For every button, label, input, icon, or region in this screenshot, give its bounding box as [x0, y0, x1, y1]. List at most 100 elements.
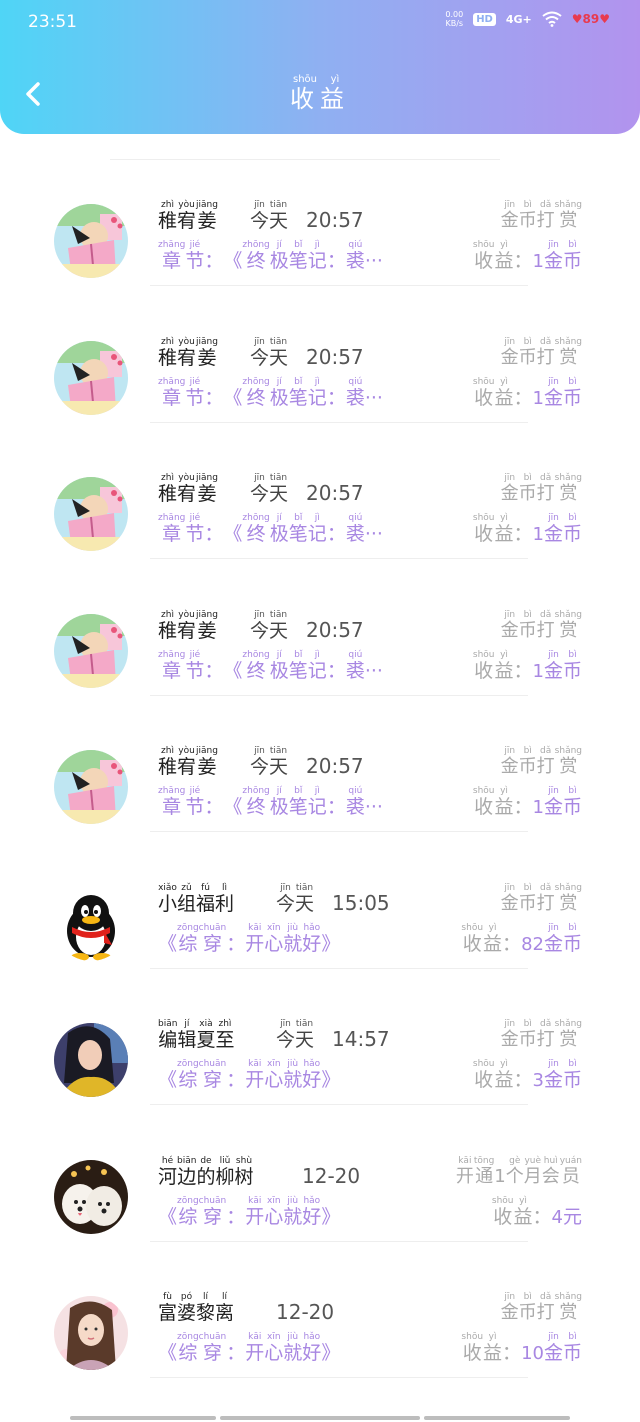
- date-label: 今jīn天tiān: [276, 883, 314, 916]
- char: 币: [562, 386, 582, 409]
- title-text-char: 益yì: [320, 74, 350, 113]
- source-title-text-char: ：: [226, 933, 245, 955]
- char: 穿: [198, 1069, 227, 1091]
- tip-type: 金jīn币bì打dǎ赏shǎng: [501, 883, 582, 915]
- char: 元: [562, 1205, 582, 1228]
- user-name-text: 富fù婆pó黎lí离lí: [158, 1292, 234, 1324]
- char: 至: [215, 1029, 235, 1051]
- signal-icon: 4G+: [505, 12, 532, 26]
- char: 收: [461, 932, 484, 955]
- user-name: 稚zhì宥yòu姜jiāng: [158, 200, 218, 233]
- source-title-text-char: ：: [204, 523, 223, 545]
- source-title-text: 《综zōng穿chuān：开kāi心xīn就jiù好hǎo》: [158, 1332, 340, 1364]
- char: 姜: [196, 756, 218, 778]
- char: ：: [204, 523, 224, 545]
- source-title-text-char: 《: [223, 250, 242, 272]
- date-label-text-char: 天tiān: [269, 746, 288, 778]
- earning-row[interactable]: 稚zhì宥yòu姜jiāng 今jīn天tiān 20:57 金jīn币bì打dǎ赏s…: [0, 423, 640, 559]
- amount-unit-text-char: 金jīn: [544, 1059, 563, 1091]
- source-title-text-char: 综zōng: [177, 1059, 199, 1091]
- char: 就: [283, 932, 303, 955]
- char: 通: [473, 1165, 495, 1187]
- earning-label-char: ：: [533, 1206, 552, 1228]
- user-name-text: 稚zhì宥yòu姜jiāng: [158, 473, 218, 505]
- char: 币: [518, 892, 537, 914]
- tip-type-text-char: 币bì: [518, 883, 537, 914]
- char: 币: [518, 619, 537, 641]
- pinyin: zǔ: [177, 882, 197, 893]
- pinyin: shōu: [472, 513, 495, 523]
- char: 福: [196, 892, 216, 915]
- earning-row[interactable]: 富fù婆pó黎lí离lí 12-20 金jīn币bì打dǎ赏shǎng 《综zōng穿…: [0, 1242, 640, 1378]
- avatar[interactable]: [54, 1023, 128, 1097]
- source-title-text-char: 综zōng: [177, 923, 199, 955]
- user-name-text-char: 稚zhì: [158, 746, 177, 778]
- source-title-text-char: ···: [365, 660, 383, 682]
- pinyin: xià: [196, 1019, 216, 1029]
- pinyin: jīn: [276, 882, 295, 893]
- pinyin: jí: [177, 1019, 197, 1029]
- pinyin: jì: [307, 649, 327, 660]
- char: 》: [321, 932, 341, 955]
- char: ：: [326, 523, 346, 545]
- source-title-text-char: 记jì: [308, 513, 327, 545]
- char: ：: [532, 1205, 552, 1228]
- earning-row[interactable]: 稚zhì宥yòu姜jiāng 今jīn天tiān 20:57 金jīn币bì打dǎ赏s…: [0, 150, 640, 286]
- avatar[interactable]: [54, 204, 128, 278]
- pinyin: yì: [494, 376, 514, 387]
- avatar[interactable]: [54, 477, 128, 551]
- source-title-text-char: 章zhāng: [158, 650, 185, 682]
- char: 《: [223, 659, 243, 682]
- earning-row[interactable]: 小xiǎo组zǔ福fú利lì 今jīn天tiān 15:05 金jīn币bì打dǎ赏s…: [0, 833, 640, 969]
- tip-type-text-char: 赏shǎng: [555, 473, 582, 504]
- char: 的: [196, 1165, 216, 1188]
- date-label: 今jīn天tiān: [250, 610, 288, 643]
- avatar[interactable]: [54, 750, 128, 824]
- char: 打: [536, 483, 555, 504]
- tip-type-text-char: 个gè: [506, 1156, 524, 1187]
- earning-label-char: 收shōu: [473, 786, 495, 818]
- source-title-text-char: 开kāi: [245, 1059, 264, 1091]
- source-title-text-char: ···: [365, 387, 383, 409]
- char: 笔: [288, 250, 308, 272]
- source-title-text-char: 裘qiú: [346, 240, 365, 272]
- pinyin: jīn: [500, 200, 519, 210]
- avatar[interactable]: [54, 340, 128, 415]
- earning-row[interactable]: 稚zhì宥yòu姜jiāng 今jīn天tiān 20:57 金jīn币bì打dǎ赏s…: [0, 696, 640, 832]
- user-name: 小xiǎo组zǔ福fú利lì: [158, 883, 234, 916]
- char: 打: [536, 210, 555, 231]
- char: 益: [513, 1205, 533, 1228]
- tip-type-text-char: 赏shǎng: [555, 337, 582, 368]
- earning-row[interactable]: 稚zhì宥yòu姜jiāng 今jīn天tiān 20:57 金jīn币bì打dǎ赏s…: [0, 560, 640, 696]
- amount-value: 1: [532, 660, 544, 682]
- char: 赏: [554, 210, 582, 231]
- char: 稚: [158, 346, 178, 369]
- earning-row[interactable]: 稚zhì宥yòu姜jiāng 今jīn天tiān 20:57 金jīn币bì打dǎ赏s…: [0, 287, 640, 423]
- pinyin: jīn: [500, 1019, 519, 1029]
- char: 收: [472, 659, 495, 682]
- pinyin: tiān: [269, 746, 289, 756]
- avatar[interactable]: [54, 1159, 128, 1234]
- char: 今: [250, 756, 270, 778]
- tip-type-text: 金jīn币bì打dǎ赏shǎng: [501, 746, 582, 777]
- pinyin: zhōng: [242, 240, 270, 250]
- earning-row[interactable]: 河hé边biān的de柳liǔ树shù 12-20 开kāi通tōng1个gè月yu…: [0, 1106, 640, 1242]
- char: 打: [536, 1029, 555, 1050]
- char: 币: [518, 1302, 537, 1323]
- date-label-text: 今jīn天tiān: [276, 883, 314, 915]
- avatar[interactable]: [54, 613, 128, 688]
- source-title-text-char: ：: [327, 796, 346, 818]
- avatar[interactable]: [54, 886, 128, 961]
- source-title-text-char: 极jí: [270, 786, 289, 818]
- pinyin: qiú: [345, 649, 365, 660]
- tip-type-text-char: 月yuè: [524, 1156, 542, 1187]
- earning-row[interactable]: 编biān辑jí夏xià至zhì 今jīn天tiān 14:57 金jīn币bì打dǎ…: [0, 969, 640, 1105]
- pinyin: zōng: [177, 1332, 199, 1342]
- amount-unit-text-char: 币bì: [563, 1332, 582, 1364]
- source-title-text-char: ···: [365, 796, 383, 818]
- avatar[interactable]: [54, 1296, 128, 1370]
- source-title-text-char: 《: [223, 660, 242, 682]
- char: 币: [562, 796, 582, 818]
- source-title-text-char: 章zhāng: [158, 786, 185, 818]
- pinyin: jié: [185, 376, 205, 387]
